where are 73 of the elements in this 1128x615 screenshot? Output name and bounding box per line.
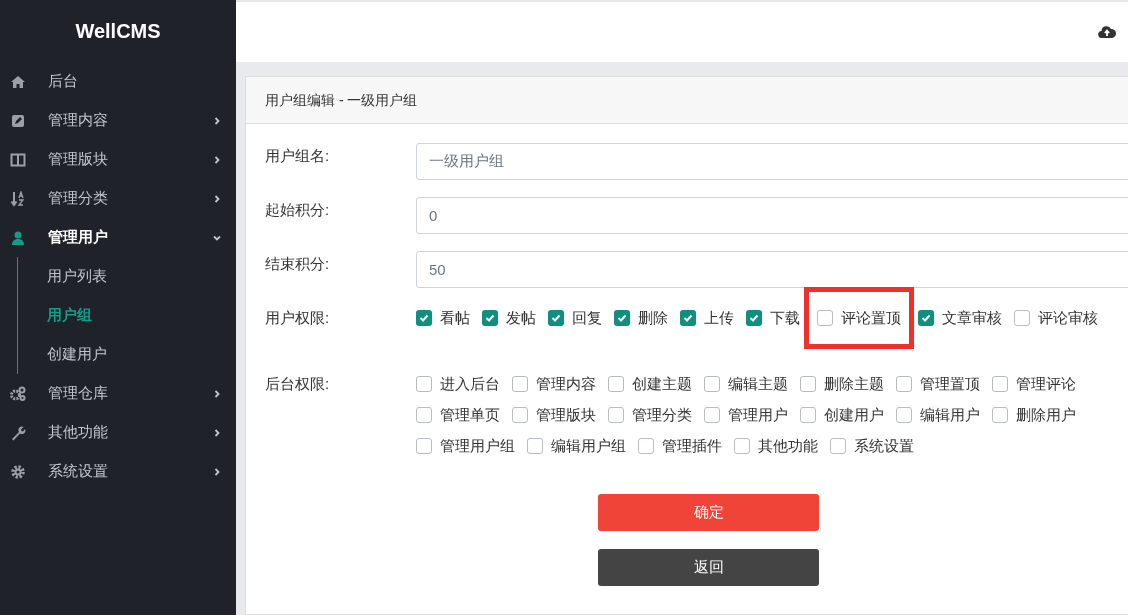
permission-checkbox[interactable]: 发帖: [482, 306, 536, 330]
permission-checkbox[interactable]: 编辑用户组: [527, 434, 626, 458]
permission-checkbox[interactable]: 看帖: [416, 306, 470, 330]
permission-checkbox[interactable]: 编辑主题: [704, 372, 788, 396]
permission-checkbox[interactable]: 评论审核: [1014, 306, 1098, 330]
permission-checkbox[interactable]: 管理用户组: [416, 434, 515, 458]
permission-checkbox[interactable]: 删除主题: [800, 372, 884, 396]
input-field[interactable]: 50: [416, 251, 1128, 288]
permission-checkbox[interactable]: 其他功能: [734, 434, 818, 458]
sidebar-item[interactable]: 后台: [0, 62, 236, 101]
permission-checkbox[interactable]: 管理插件: [638, 434, 722, 458]
sidebar-item[interactable]: 其他功能: [0, 413, 236, 452]
permission-checkbox[interactable]: 编辑用户: [896, 403, 980, 427]
permission-checkbox[interactable]: 进入后台: [416, 372, 500, 396]
user-icon: [10, 229, 26, 246]
columns-icon: [10, 151, 26, 168]
permission-checkbox[interactable]: 评论置顶: [804, 287, 914, 349]
permission-checkbox[interactable]: 创建主题: [608, 372, 692, 396]
wrench-icon: [10, 424, 26, 441]
permission-checkbox[interactable]: 创建用户: [800, 403, 884, 427]
sidebar-item[interactable]: 管理仓库: [0, 374, 236, 413]
confirm-button[interactable]: 确定: [598, 494, 819, 531]
field-label: 后台权限:: [265, 374, 331, 394]
field-label: 结束积分:: [265, 254, 331, 274]
check-icon: [683, 313, 693, 323]
input-field[interactable]: 0: [416, 197, 1128, 234]
chevron-icon: [212, 466, 222, 477]
permission-checkbox[interactable]: 下载: [746, 306, 800, 330]
permission-checkbox[interactable]: 管理内容: [512, 372, 596, 396]
permission-checkbox[interactable]: 删除: [614, 306, 668, 330]
check-icon: [551, 313, 561, 323]
card-title: 用户组编辑 - 一级用户组: [265, 90, 418, 110]
check-icon: [617, 313, 627, 323]
permission-checkbox[interactable]: 管理置顶: [896, 372, 980, 396]
permission-checkbox[interactable]: 管理版块: [512, 403, 596, 427]
permission-checkbox[interactable]: 管理分类: [608, 403, 692, 427]
field-label: 起始积分:: [265, 200, 331, 220]
field-label: 用户组名:: [265, 146, 331, 166]
submenu-item[interactable]: 创建用户: [18, 335, 236, 374]
permission-checkbox[interactable]: 删除用户: [992, 403, 1076, 427]
check-icon: [749, 313, 759, 323]
check-icon: [921, 313, 931, 323]
permission-checkbox[interactable]: 管理用户: [704, 403, 788, 427]
home-icon: [10, 73, 26, 90]
check-icon: [419, 313, 429, 323]
sort-icon: [10, 190, 26, 207]
chevron-icon: [212, 115, 222, 126]
back-button[interactable]: 返回: [598, 549, 819, 586]
permission-checkbox[interactable]: 管理评论: [992, 372, 1076, 396]
submenu-item[interactable]: 用户组: [18, 296, 236, 335]
sidebar-item[interactable]: 管理内容: [0, 101, 236, 140]
input-field[interactable]: 一级用户组: [416, 143, 1128, 180]
check-icon: [485, 313, 495, 323]
chevron-icon: [212, 427, 222, 438]
permission-checkbox[interactable]: 文章审核: [918, 306, 1002, 330]
field-label: 用户权限:: [265, 308, 331, 328]
chevron-icon: [212, 193, 222, 204]
sidebar-item[interactable]: 系统设置: [0, 452, 236, 491]
chevron-icon: [212, 388, 222, 399]
gear-icon: [10, 463, 26, 480]
submenu-item[interactable]: 用户列表: [18, 257, 236, 296]
pencil-icon: [10, 112, 26, 129]
permission-checkbox[interactable]: 系统设置: [830, 434, 914, 458]
sidebar-item[interactable]: 管理用户: [0, 218, 236, 257]
permission-checkbox[interactable]: 回复: [548, 306, 602, 330]
brand-logo[interactable]: WellCMS: [75, 16, 161, 46]
permission-checkbox[interactable]: 上传: [680, 306, 734, 330]
chevron-icon: [212, 154, 222, 165]
sidebar-item[interactable]: 管理版块: [0, 140, 236, 179]
permission-checkbox[interactable]: 管理单页: [416, 403, 500, 427]
sidebar-item[interactable]: 管理分类: [0, 179, 236, 218]
cloud-upload-icon[interactable]: [1098, 25, 1116, 39]
gears-icon: [10, 385, 26, 402]
